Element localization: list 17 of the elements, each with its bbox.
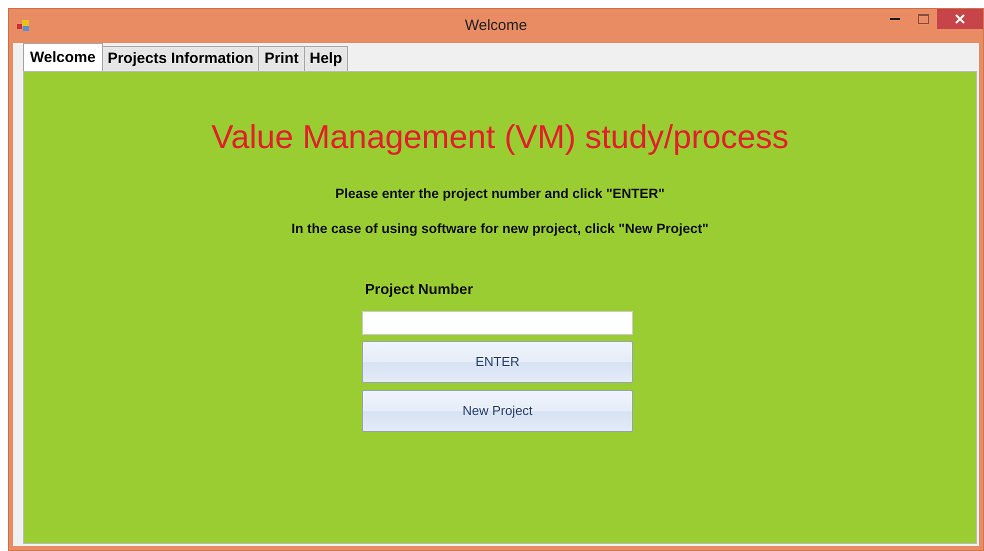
field-label: Project Number <box>365 281 474 300</box>
window-title: Welcome <box>464 16 528 34</box>
app-icon <box>17 20 31 32</box>
maximize-icon <box>918 14 928 24</box>
action-button[interactable]: New Project <box>362 390 633 432</box>
tab[interactable]: Print <box>258 46 305 71</box>
action-button[interactable]: ENTER <box>362 340 633 383</box>
close-icon <box>955 14 965 24</box>
page-heading: Value Management (VM) study/process <box>211 117 789 157</box>
project-number-field[interactable] <box>362 310 633 335</box>
tab[interactable]: Projects Information <box>102 46 260 71</box>
instruction-text: In the case of using software for new project, click "New Project" <box>291 220 709 238</box>
instruction-text: Please enter the project number and click "ENTER" <box>335 184 665 203</box>
tab[interactable]: Welcome <box>23 42 103 71</box>
minimize-icon <box>890 18 900 20</box>
close-button[interactable] <box>937 9 983 29</box>
tab[interactable]: Help <box>304 46 348 71</box>
